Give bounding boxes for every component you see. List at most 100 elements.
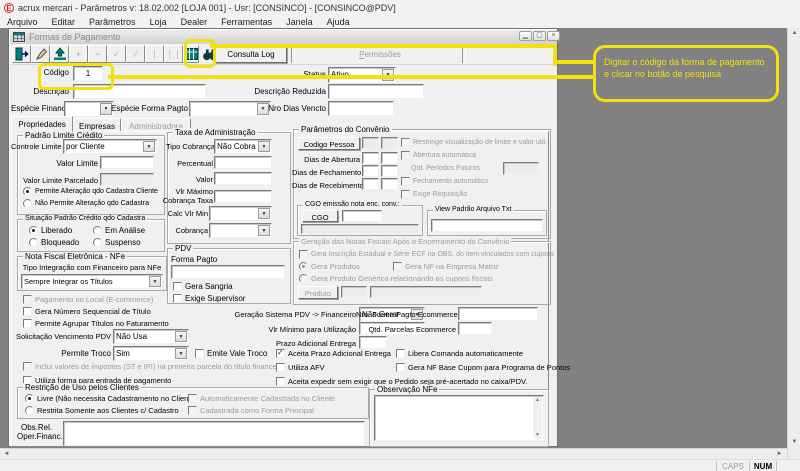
forma-pagto-field[interactable] <box>171 265 285 279</box>
checkbox-emite-vale-troco[interactable]: Emite Vale Troco <box>195 349 267 358</box>
radio-liberado[interactable]: Liberado <box>29 226 72 235</box>
nro-dias-vencto-field[interactable] <box>328 101 394 116</box>
cancel-edit-button[interactable]: ∕ <box>126 45 145 63</box>
cobranca-dropdown[interactable]: ▼ <box>209 223 272 238</box>
exit-button[interactable] <box>12 45 31 63</box>
observacao-nfe-textarea[interactable]: ▲ ▼ <box>374 395 544 441</box>
chevron-down-icon[interactable]: ▼ <box>149 276 161 287</box>
textarea-scrollbar[interactable]: ▲ ▼ <box>533 397 542 439</box>
consulta-log-button[interactable]: Consulta Log <box>215 46 287 63</box>
forma-pagto-label: Forma Pagto <box>171 255 218 264</box>
child-titlebar[interactable]: Formas de Pagamento <box>10 30 557 44</box>
minimize-button[interactable]: ▁ <box>519 31 532 41</box>
nro-forma-pagto-ecommerce-field[interactable] <box>458 307 538 321</box>
maximize-button[interactable]: ▢ <box>533 31 546 41</box>
horizontal-scrollbar[interactable]: ◄ ► <box>0 448 787 459</box>
tab-empresas[interactable]: Empresas <box>73 118 121 132</box>
tipo-integracao-dropdown[interactable]: Sempre Integrar os Títulos ▼ <box>21 274 163 289</box>
scroll-right-icon[interactable]: ► <box>774 450 785 459</box>
valor-limite-field[interactable] <box>100 156 154 169</box>
chevron-down-icon[interactable]: ▼ <box>258 225 270 236</box>
menu-dealer[interactable]: Dealer <box>181 17 208 27</box>
scroll-left-icon[interactable]: ◄ <box>1 450 12 459</box>
prior-button[interactable]: ❘ <box>145 45 164 63</box>
chevron-down-icon[interactable]: ▼ <box>175 331 187 342</box>
view-padrao-field[interactable] <box>431 219 543 232</box>
tab-propriedades[interactable]: Propriedades <box>11 116 73 132</box>
dias-abertura-field2[interactable] <box>381 152 398 164</box>
calc-vlr-min-dropdown[interactable]: ▼ <box>209 206 272 221</box>
radio-permite-alteracao[interactable]: Permite Alteração qdo Cadastra Cliente <box>23 187 158 196</box>
pause-button[interactable]: ❘❘ <box>164 45 183 63</box>
permite-troco-dropdown[interactable]: Sim ▼ <box>113 346 189 361</box>
group-situacao-padrao: Situação Padrão Crédito qdo Cadastra <box>17 215 165 252</box>
menu-parametros[interactable]: Parâmetros <box>89 17 136 27</box>
solicitacao-vencimento-label: Solicitação Vencimento PDV <box>15 332 111 341</box>
cgo-field[interactable] <box>342 210 382 222</box>
prazo-adicional-entrega-label: Prazo Adicional Entrega <box>275 339 356 348</box>
tipo-cobranca-dropdown[interactable]: Não Cobra ▼ <box>214 139 272 154</box>
scroll-up-icon[interactable]: ▲ <box>533 397 542 403</box>
checkbox-cadastrada-principal: Cadastrada como Forma Principal <box>188 406 314 415</box>
checkbox-gera-nf-base-cupom[interactable]: Gera NF Base Cupom para Programa de Pont… <box>396 363 570 372</box>
scroll-up-arrow-icon[interactable]: ▲ <box>789 29 800 38</box>
checkbox-utiliza-afv[interactable]: Utiliza AFV <box>276 363 325 372</box>
dias-recebimento-field1[interactable] <box>362 178 379 190</box>
vertical-scrollbar[interactable]: ▲ ▼ <box>787 28 800 459</box>
percentual-field[interactable] <box>214 156 272 169</box>
checkbox-permite-agrupar[interactable]: Permite Agrupar Títulos no Faturamento <box>23 319 169 328</box>
menu-arquivo[interactable]: Arquivo <box>7 17 38 27</box>
produto-desc-field <box>370 286 482 298</box>
checkbox-aceita-prazo-adicional[interactable]: Aceita Prazo Adicional Entrega <box>276 348 391 358</box>
permissoes-button[interactable]: Permissões <box>310 50 450 59</box>
child-title: Formas de Pagamento <box>29 32 121 42</box>
group-title: Situação Padrão Crédito qdo Cadastra <box>23 215 148 222</box>
import-button[interactable] <box>50 45 69 63</box>
codigo-pessoa-button[interactable]: Codigo Pessoa <box>298 137 360 150</box>
dias-abertura-field1[interactable] <box>362 152 379 164</box>
controle-limite-dropdown[interactable]: por Cliente ▼ <box>63 139 157 154</box>
descricao-reduzida-field[interactable] <box>328 84 424 99</box>
radio-bloqueado[interactable]: Bloqueado <box>29 238 79 247</box>
valor-field[interactable] <box>214 172 272 185</box>
chevron-down-icon[interactable]: ▼ <box>258 208 270 219</box>
prazo-adicional-entrega-field[interactable] <box>359 336 387 349</box>
checkbox-gera-numero-sequencial[interactable]: Gera Número Sequencial de Título <box>23 307 151 316</box>
menu-janela[interactable]: Janela <box>286 17 313 27</box>
radio-restrita[interactable]: Restrita Somente aos Clientes c/ Cadastr… <box>25 406 179 415</box>
delete-button[interactable]: − <box>88 45 107 63</box>
checkbox-libera-comanda[interactable]: Libera Comanda automaticamente <box>396 349 523 358</box>
obs-rel-textarea[interactable] <box>63 421 365 446</box>
dias-fechamento-field1[interactable] <box>362 165 379 177</box>
especie-forma-pagto-label: Espécie Forma Pagto <box>111 104 188 113</box>
chevron-down-icon[interactable]: ▼ <box>258 141 270 152</box>
radio-suspenso[interactable]: Suspenso <box>93 238 141 247</box>
q-parcelas-ecommerce-field[interactable] <box>458 322 492 335</box>
checkbox-exige-supervisor[interactable]: Exige Supervisor <box>173 294 245 303</box>
menu-ferramentas[interactable]: Ferramentas <box>221 17 272 27</box>
scroll-down-icon[interactable]: ▼ <box>533 433 542 438</box>
insert-button[interactable]: + <box>69 45 88 63</box>
menubar: Arquivo Editar Parâmetros Loja Dealer Fe… <box>0 15 800 28</box>
chevron-down-icon[interactable]: ▼ <box>143 141 155 152</box>
close-button[interactable]: × <box>547 31 560 41</box>
cgo-button[interactable]: CGO <box>302 210 338 222</box>
main-titlebar: E acrux mercari - Parâmetros v: 18.02.00… <box>0 0 800 15</box>
radio-em-analise[interactable]: Em Análise <box>93 226 145 235</box>
menu-editar[interactable]: Editar <box>52 17 76 27</box>
checkbox-gera-sangria[interactable]: Gera Sangria <box>173 282 233 291</box>
solicitacao-vencimento-dropdown[interactable]: Não Usa ▼ <box>113 329 189 344</box>
confirm-button[interactable]: ✓ <box>107 45 126 63</box>
radio-nao-permite-alteracao[interactable]: Não Permite Alteração qdo Cadastra <box>23 199 149 208</box>
scroll-down-arrow-icon[interactable]: ▼ <box>789 438 800 447</box>
bar-icon: ❘ <box>150 48 159 59</box>
menu-loja[interactable]: Loja <box>150 17 167 27</box>
especie-financeira-dropdown[interactable]: ▼ <box>64 101 114 117</box>
menu-ajuda[interactable]: Ajuda <box>327 17 350 27</box>
edit-button[interactable] <box>31 45 50 63</box>
vlr-maximo-field[interactable] <box>214 190 272 203</box>
chevron-down-icon[interactable]: ▼ <box>175 348 187 359</box>
radio-livre[interactable]: Livre (Não necessita Cadastramento no Cl… <box>25 394 197 403</box>
dias-recebimento-field2[interactable] <box>381 178 398 190</box>
dias-fechamento-field2[interactable] <box>381 165 398 177</box>
